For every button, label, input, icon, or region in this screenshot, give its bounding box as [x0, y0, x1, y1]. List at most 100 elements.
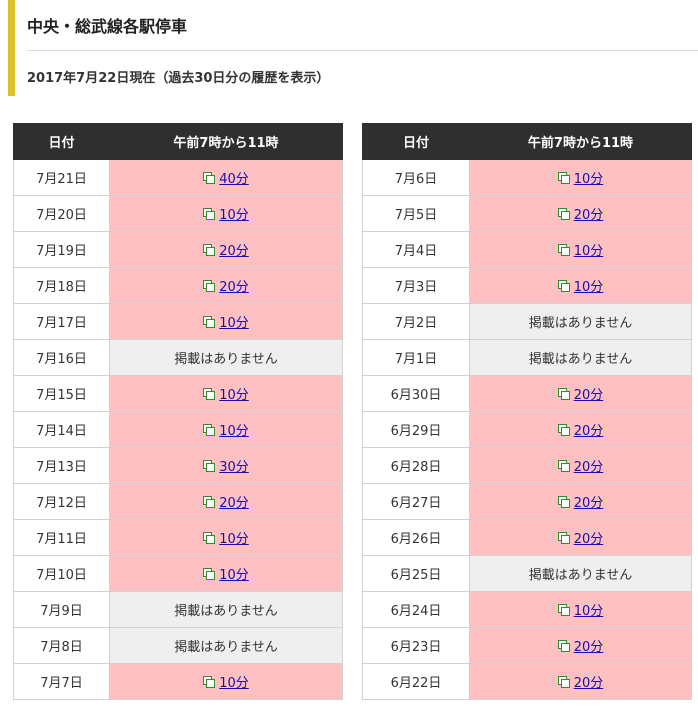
delay-cell: 20分	[469, 375, 692, 412]
delay-cell: 20分	[469, 483, 692, 520]
row-date: 7月17日	[13, 303, 110, 340]
delay-cell: 10分	[109, 375, 343, 412]
row-date: 7月8日	[13, 627, 110, 664]
delay-cell: 20分	[469, 627, 692, 664]
delay-link[interactable]: 40分	[219, 172, 249, 187]
delay-link[interactable]: 10分	[574, 172, 604, 187]
delay-cell: 10分	[109, 519, 343, 556]
table-row: 7月15日 10分	[13, 375, 343, 412]
window-copy-icon	[557, 460, 570, 472]
delay-link[interactable]: 10分	[574, 244, 604, 259]
delay-link[interactable]: 10分	[219, 568, 249, 583]
delay-link[interactable]: 10分	[219, 532, 249, 547]
row-date: 7月20日	[13, 195, 110, 232]
delay-cell: 10分	[109, 663, 343, 700]
row-date: 6月24日	[362, 591, 470, 628]
row-date: 6月30日	[362, 375, 470, 412]
table-row: 7月17日 10分	[13, 303, 343, 340]
delay-cell: 20分	[109, 483, 343, 520]
window-copy-icon	[203, 172, 216, 184]
table-row: 7月1日 掲載はありません	[362, 339, 692, 376]
table-row: 6月22日 20分	[362, 663, 692, 700]
table-header-row: 日付 午前7時から11時	[13, 123, 343, 160]
table-row: 7月14日 10分	[13, 411, 343, 448]
delay-cell: 10分	[469, 159, 692, 196]
header-date: 日付	[362, 123, 470, 160]
delay-link[interactable]: 10分	[219, 676, 249, 691]
delay-cell: 20分	[469, 195, 692, 232]
delay-link[interactable]: 30分	[219, 460, 249, 475]
window-copy-icon	[203, 676, 216, 688]
delay-link[interactable]: 20分	[574, 388, 604, 403]
row-date: 7月2日	[362, 303, 470, 340]
delay-link[interactable]: 10分	[574, 280, 604, 295]
table-row: 7月18日 20分	[13, 267, 343, 304]
delay-link[interactable]: 20分	[219, 244, 249, 259]
window-copy-icon	[203, 532, 216, 544]
window-copy-icon	[557, 604, 570, 616]
window-copy-icon	[203, 208, 216, 220]
delay-link[interactable]: 20分	[219, 496, 249, 511]
header-divider	[27, 50, 698, 51]
delay-link[interactable]: 20分	[574, 640, 604, 655]
delay-cell: 10分	[109, 303, 343, 340]
table-row: 7月5日 20分	[362, 195, 692, 232]
table-header-row: 日付 午前7時から11時	[362, 123, 692, 160]
table-row: 7月19日 20分	[13, 231, 343, 268]
row-date: 7月13日	[13, 447, 110, 484]
row-date: 6月25日	[362, 555, 470, 592]
table-row: 7月11日 10分	[13, 519, 343, 556]
delay-link[interactable]: 20分	[574, 424, 604, 439]
delay-link[interactable]: 10分	[219, 388, 249, 403]
row-date: 6月22日	[362, 663, 470, 700]
row-date: 6月26日	[362, 519, 470, 556]
delay-cell: 20分	[109, 231, 343, 268]
row-date: 7月1日	[362, 339, 470, 376]
window-copy-icon	[203, 424, 216, 436]
table-row: 7月20日 10分	[13, 195, 343, 232]
row-date: 7月4日	[362, 231, 470, 268]
delay-cell: 20分	[469, 519, 692, 556]
table-row: 7月12日 20分	[13, 483, 343, 520]
delay-cell: 20分	[469, 447, 692, 484]
window-copy-icon	[203, 388, 216, 400]
no-info-cell: 掲載はありません	[109, 591, 343, 628]
delay-link[interactable]: 10分	[574, 604, 604, 619]
window-copy-icon	[203, 568, 216, 580]
table-row: 6月24日 10分	[362, 591, 692, 628]
table-row: 7月21日 40分	[13, 159, 343, 196]
window-copy-icon	[557, 532, 570, 544]
delay-cell: 10分	[469, 591, 692, 628]
delay-cell: 10分	[109, 411, 343, 448]
window-copy-icon	[203, 244, 216, 256]
delay-link[interactable]: 10分	[219, 316, 249, 331]
no-info-cell: 掲載はありません	[469, 555, 692, 592]
row-date: 6月27日	[362, 483, 470, 520]
row-date: 7月7日	[13, 663, 110, 700]
table-row: 7月9日 掲載はありません	[13, 591, 343, 628]
row-date: 7月21日	[13, 159, 110, 196]
table-row: 7月2日 掲載はありません	[362, 303, 692, 340]
table-row: 7月3日 10分	[362, 267, 692, 304]
delay-link[interactable]: 20分	[574, 676, 604, 691]
no-info-cell: 掲載はありません	[469, 303, 692, 340]
row-date: 7月6日	[362, 159, 470, 196]
delay-link[interactable]: 10分	[219, 424, 249, 439]
delay-link[interactable]: 20分	[574, 496, 604, 511]
window-copy-icon	[203, 496, 216, 508]
table-body-left: 7月21日 40分 7月20日 10分 7月19日 20分 7月18日 20分 7月17日 10分…	[13, 159, 343, 700]
row-date: 7月9日	[13, 591, 110, 628]
delay-link[interactable]: 20分	[574, 460, 604, 475]
delay-link[interactable]: 20分	[574, 208, 604, 223]
row-date: 7月11日	[13, 519, 110, 556]
delay-cell: 20分	[469, 411, 692, 448]
row-date: 7月5日	[362, 195, 470, 232]
window-copy-icon	[557, 424, 570, 436]
delay-link[interactable]: 20分	[574, 532, 604, 547]
delay-link[interactable]: 10分	[219, 208, 249, 223]
delay-cell: 20分	[469, 663, 692, 700]
table-row: 7月10日 10分	[13, 555, 343, 592]
delay-link[interactable]: 20分	[219, 280, 249, 295]
table-row: 6月25日 掲載はありません	[362, 555, 692, 592]
header-time: 午前7時から11時	[109, 123, 343, 160]
